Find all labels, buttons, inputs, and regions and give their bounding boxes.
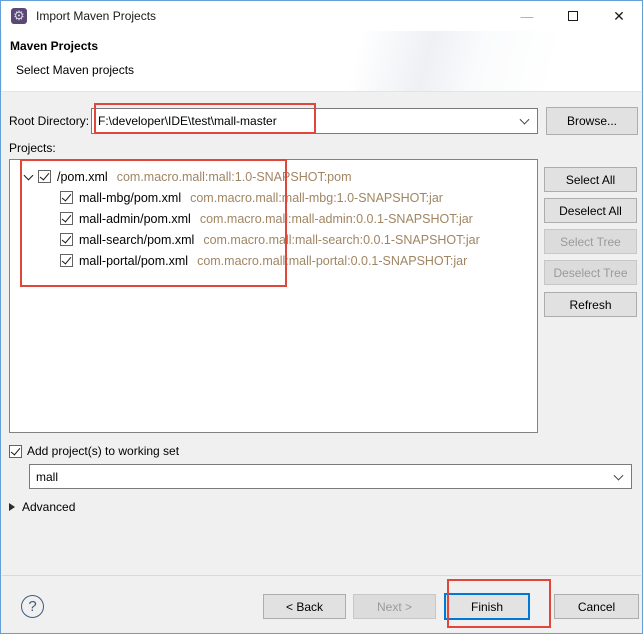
- project-name: mall-mbg/pom.xml: [79, 191, 181, 205]
- tree-row[interactable]: mall-admin/pom.xml com.macro.mall:mall-a…: [10, 208, 537, 229]
- project-gav: com.macro.mall:mall-search:0.0.1-SNAPSHO…: [203, 233, 479, 247]
- window-title: Import Maven Projects: [36, 9, 156, 23]
- cancel-button[interactable]: Cancel: [554, 594, 639, 619]
- minimize-icon: —: [521, 9, 534, 24]
- project-name: mall-portal/pom.xml: [79, 254, 188, 268]
- maximize-icon: [568, 11, 578, 21]
- root-directory-label: Root Directory:: [9, 114, 89, 128]
- project-name: mall-admin/pom.xml: [79, 212, 191, 226]
- wizard-banner: Maven Projects Select Maven projects: [2, 31, 641, 92]
- advanced-expander[interactable]: Advanced: [9, 500, 75, 514]
- working-set-value: mall: [36, 470, 58, 484]
- project-gav: com.macro.mall:mall-mbg:1.0-SNAPSHOT:jar: [190, 191, 443, 205]
- project-name: /pom.xml: [57, 170, 108, 184]
- help-button[interactable]: ?: [21, 595, 44, 618]
- project-checkbox[interactable]: [60, 233, 73, 246]
- maximize-button[interactable]: [550, 1, 596, 31]
- close-icon: ✕: [613, 8, 625, 25]
- wizard-title: Maven Projects: [10, 39, 98, 53]
- titlebar[interactable]: ⚙ Import Maven Projects — ✕: [1, 1, 642, 31]
- project-checkbox[interactable]: [60, 254, 73, 267]
- expander-chevron-icon[interactable]: [22, 169, 38, 185]
- chevron-down-icon[interactable]: [614, 470, 624, 480]
- advanced-label: Advanced: [22, 500, 75, 514]
- close-button[interactable]: ✕: [596, 1, 642, 31]
- finish-button[interactable]: Finish: [444, 593, 530, 620]
- working-set-checkbox[interactable]: [9, 445, 22, 458]
- projects-tree[interactable]: /pom.xml com.macro.mall:mall:1.0-SNAPSHO…: [9, 159, 538, 433]
- chevron-down-icon[interactable]: [520, 115, 530, 125]
- select-tree-button: Select Tree: [544, 229, 637, 254]
- project-checkbox[interactable]: [38, 170, 51, 183]
- wizard-subtitle: Select Maven projects: [16, 63, 134, 77]
- triangle-right-icon: [9, 503, 15, 511]
- project-gav: com.macro.mall:mall-admin:0.0.1-SNAPSHOT…: [200, 212, 473, 226]
- root-directory-combo[interactable]: F:\developer\IDE\test\mall-master: [91, 108, 538, 134]
- window-controls: — ✕: [504, 1, 642, 31]
- back-button[interactable]: < Back: [263, 594, 346, 619]
- tree-row[interactable]: /pom.xml com.macro.mall:mall:1.0-SNAPSHO…: [10, 166, 537, 187]
- working-set-checkbox-row[interactable]: Add project(s) to working set: [9, 444, 179, 458]
- refresh-button[interactable]: Refresh: [544, 292, 637, 317]
- import-maven-projects-dialog: ⚙ Import Maven Projects — ✕ Maven Projec…: [0, 0, 643, 634]
- browse-button[interactable]: Browse...: [546, 107, 638, 135]
- working-set-label: Add project(s) to working set: [27, 444, 179, 458]
- project-gav: com.macro.mall:mall:1.0-SNAPSHOT:pom: [117, 170, 352, 184]
- project-name: mall-search/pom.xml: [79, 233, 194, 247]
- project-checkbox[interactable]: [60, 212, 73, 225]
- help-icon: ?: [28, 598, 36, 615]
- deselect-all-button[interactable]: Deselect All: [544, 198, 637, 223]
- project-gav: com.macro.mall:mall-portal:0.0.1-SNAPSHO…: [197, 254, 467, 268]
- projects-label: Projects:: [9, 141, 56, 155]
- select-all-button[interactable]: Select All: [544, 167, 637, 192]
- tree-row[interactable]: mall-mbg/pom.xml com.macro.mall:mall-mbg…: [10, 187, 537, 208]
- deselect-tree-button: Deselect Tree: [544, 260, 637, 285]
- project-checkbox[interactable]: [60, 191, 73, 204]
- tree-row[interactable]: mall-portal/pom.xml com.macro.mall:mall-…: [10, 250, 537, 271]
- footer-separator: [2, 575, 641, 576]
- tree-row[interactable]: mall-search/pom.xml com.macro.mall:mall-…: [10, 229, 537, 250]
- eclipse-import-wizard-icon: ⚙: [11, 8, 27, 24]
- next-button: Next >: [353, 594, 436, 619]
- working-set-combo[interactable]: mall: [29, 464, 632, 489]
- minimize-button: —: [504, 1, 550, 31]
- root-directory-value: F:\developer\IDE\test\mall-master: [98, 114, 277, 128]
